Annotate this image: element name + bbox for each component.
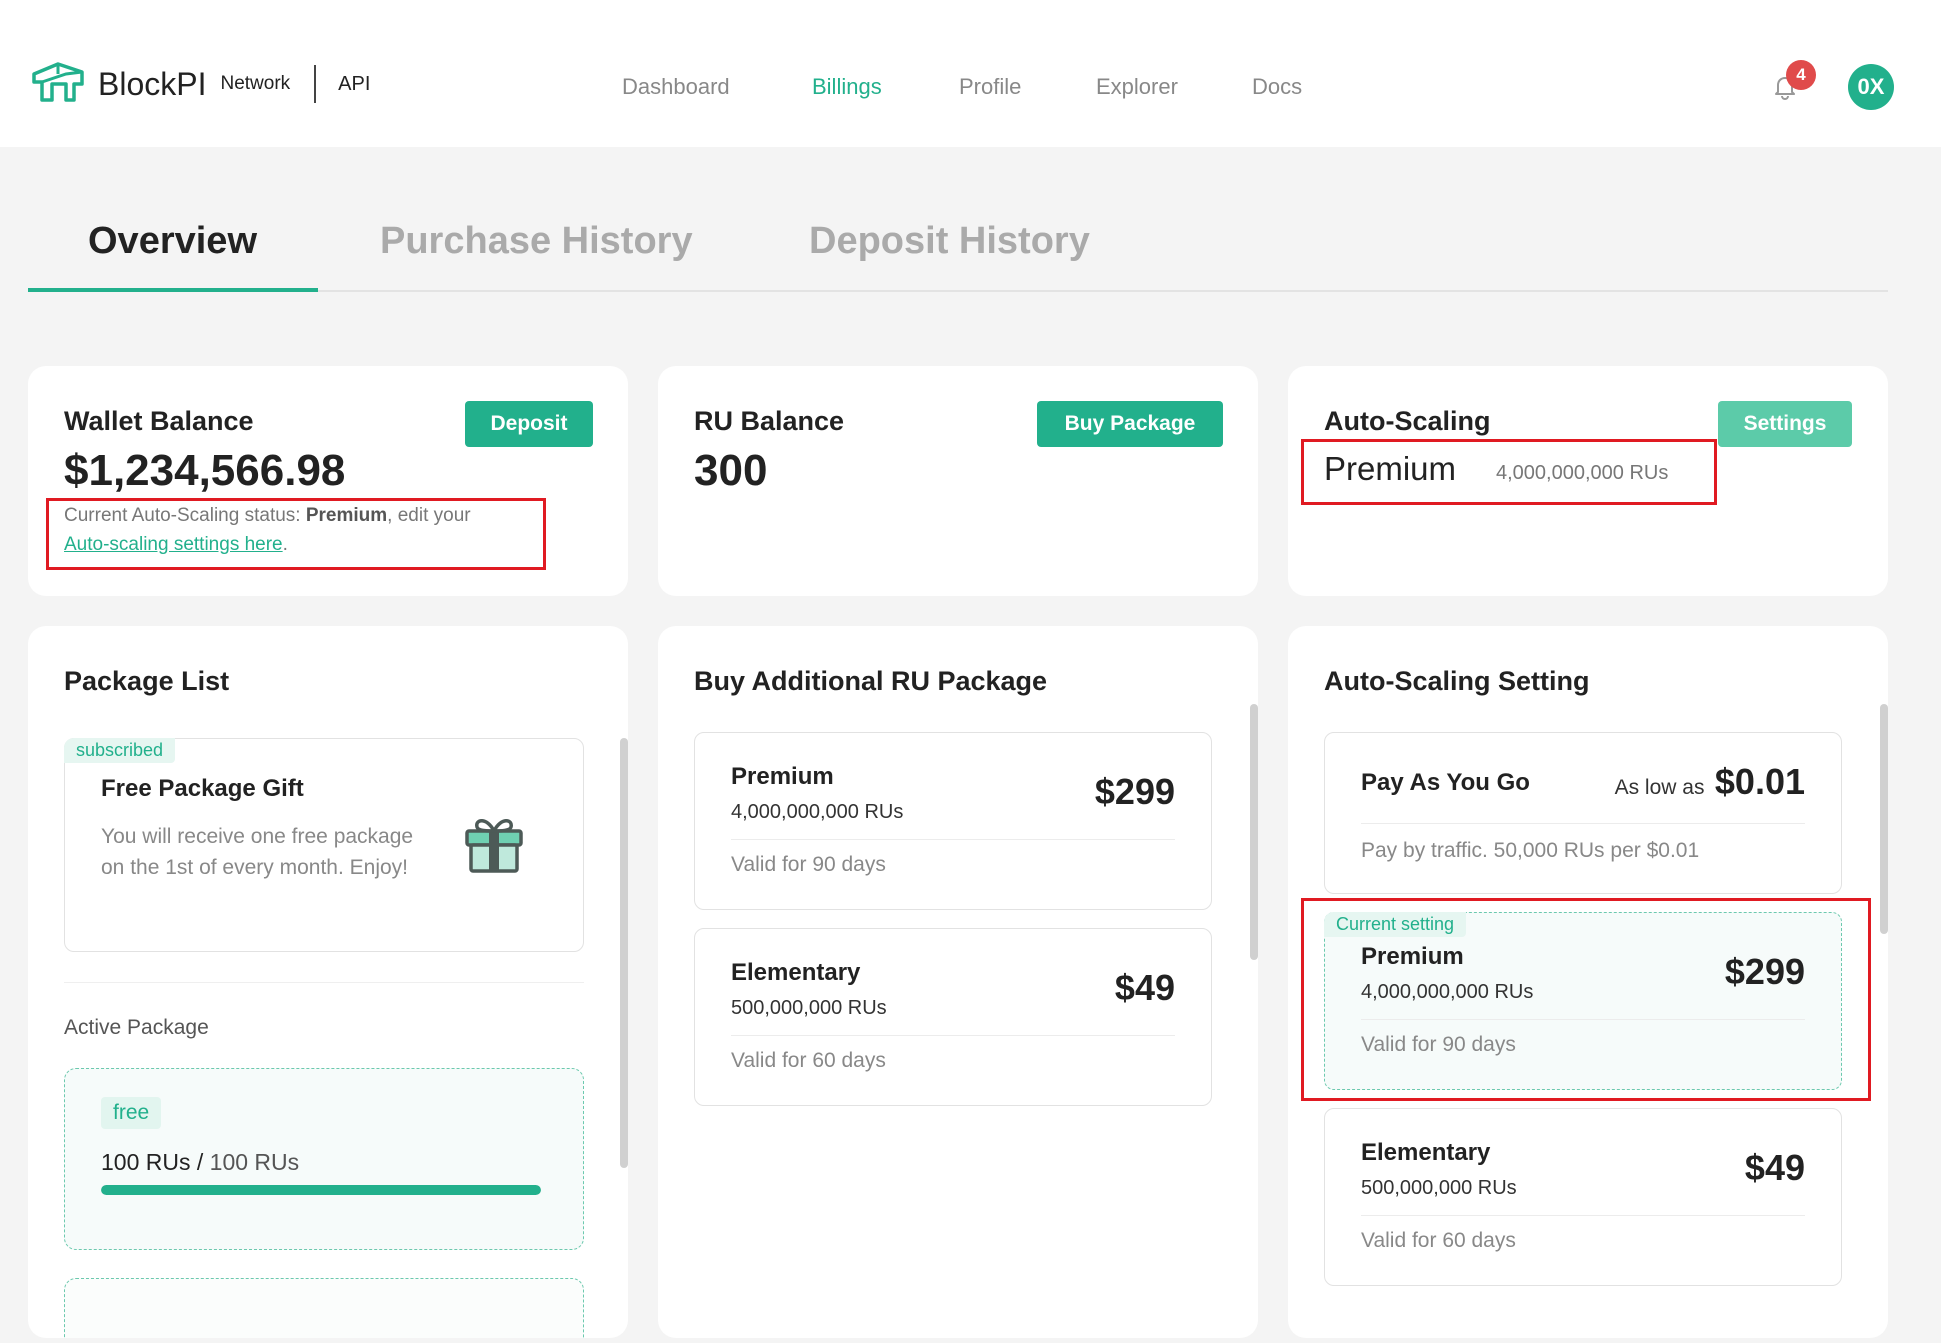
option-divider (1361, 823, 1805, 824)
active-package-box: free 100 RUs / 100 RUs (64, 1068, 584, 1250)
brand-subtitle: Network (220, 73, 291, 94)
package-validity: Valid for 90 days (731, 853, 886, 876)
package-name: Premium (731, 763, 834, 790)
gift-icon (465, 819, 523, 873)
blockpi-logo-icon (32, 62, 84, 102)
auto-scaling-settings-button[interactable]: Settings (1718, 401, 1852, 447)
user-avatar[interactable]: 0X (1848, 64, 1894, 110)
gift-title: Free Package Gift (101, 775, 304, 802)
as-low-as-label: As low as (1614, 776, 1705, 799)
gift-description: You will receive one free package on the… (101, 825, 414, 879)
usage-separator: / (190, 1149, 210, 1175)
next-package-box (64, 1278, 584, 1338)
highlight-box-wallet-status (46, 498, 546, 570)
ru-balance-value: 300 (694, 446, 768, 495)
buy-package-title: Buy Additional RU Package (694, 666, 1048, 696)
payg-price-group: As low as $0.01 (1615, 761, 1805, 803)
auto-scaling-setting-title: Auto-Scaling Setting (1324, 666, 1590, 696)
option-ru: 500,000,000 RUs (1361, 1177, 1517, 1199)
section-divider (64, 982, 584, 983)
package-divider (731, 1035, 1175, 1036)
deposit-button[interactable]: Deposit (465, 401, 593, 447)
auto-scaling-title: Auto-Scaling (1324, 406, 1491, 436)
buy-package-premium[interactable]: Premium 4,000,000,000 RUs $299 Valid for… (694, 732, 1212, 910)
buy-package-scrollbar[interactable] (1250, 704, 1258, 960)
usage-used: 100 RUs (101, 1149, 191, 1175)
highlight-box-auto-scaling-plan (1301, 439, 1717, 505)
package-list-scrollbar[interactable] (620, 738, 628, 1168)
setting-option-elementary[interactable]: Elementary 500,000,000 RUs $49 Valid for… (1324, 1108, 1842, 1286)
tab-overview[interactable]: Overview (88, 220, 257, 263)
setting-option-pay-as-you-go[interactable]: Pay As You Go As low as $0.01 Pay by tra… (1324, 732, 1842, 894)
option-price: $49 (1744, 1147, 1805, 1188)
buy-package-button[interactable]: Buy Package (1037, 401, 1223, 447)
package-name: Elementary (731, 959, 861, 986)
notification-count-badge: 4 (1786, 60, 1816, 90)
package-ru: 4,000,000,000 RUs (731, 801, 904, 823)
nav-explorer[interactable]: Explorer (1096, 74, 1178, 100)
wallet-balance-value: $1,234,566.98 (64, 446, 346, 495)
auto-scaling-setting-scrollbar[interactable] (1880, 704, 1888, 934)
buy-package-card: Buy Additional RU Package Premium 4,000,… (658, 626, 1258, 1338)
active-package-usage: 100 RUs / 100 RUs (101, 1149, 299, 1176)
option-divider (1361, 1215, 1805, 1216)
usage-progress-fill (101, 1185, 541, 1195)
usage-progress-bar (101, 1185, 541, 1195)
ru-balance-title: RU Balance (694, 406, 845, 436)
package-list-card: Package List Free Package Gift You will … (28, 626, 628, 1338)
package-price: $49 (1114, 967, 1175, 1008)
free-package-gift-box: Free Package Gift You will receive one f… (64, 738, 584, 952)
package-divider (731, 839, 1175, 840)
usage-total: 100 RUs (209, 1149, 300, 1175)
active-package-label: Active Package (64, 1016, 209, 1039)
wallet-balance-title: Wallet Balance (64, 406, 254, 436)
package-ru: 500,000,000 RUs (731, 997, 887, 1019)
top-navigation-bar: BlockPI Network API Dashboard Billings P… (0, 0, 1941, 147)
package-price: $299 (1094, 771, 1175, 812)
nav-docs[interactable]: Docs (1252, 74, 1302, 100)
option-name: Elementary (1361, 1139, 1491, 1166)
active-tab-indicator (28, 288, 318, 292)
nav-profile[interactable]: Profile (959, 74, 1021, 100)
product-label: API (338, 72, 371, 95)
buy-package-elementary[interactable]: Elementary 500,000,000 RUs $49 Valid for… (694, 928, 1212, 1106)
package-list-title: Package List (64, 666, 230, 696)
brand-name: BlockPI (98, 65, 207, 102)
ru-balance-card: RU Balance Buy Package 300 (658, 366, 1258, 596)
option-validity: Valid for 60 days (1361, 1229, 1516, 1252)
nav-billings[interactable]: Billings (812, 74, 882, 100)
billing-tabs: Overview Purchase History Deposit Histor… (28, 210, 1888, 292)
tab-deposit-history[interactable]: Deposit History (809, 220, 1090, 263)
tab-purchase-history[interactable]: Purchase History (380, 220, 693, 263)
option-name: Pay As You Go (1361, 769, 1530, 796)
free-tag: free (101, 1097, 162, 1129)
highlight-box-current-setting (1301, 898, 1871, 1101)
brand-divider (314, 65, 317, 103)
option-description: Pay by traffic. 50,000 RUs per $0.01 (1361, 839, 1700, 862)
subscribed-tag: subscribed (64, 738, 176, 763)
package-validity: Valid for 60 days (731, 1049, 886, 1072)
nav-dashboard[interactable]: Dashboard (622, 74, 730, 100)
option-price: $0.01 (1714, 761, 1805, 802)
brand-logo[interactable]: BlockPI Network API (30, 60, 370, 108)
